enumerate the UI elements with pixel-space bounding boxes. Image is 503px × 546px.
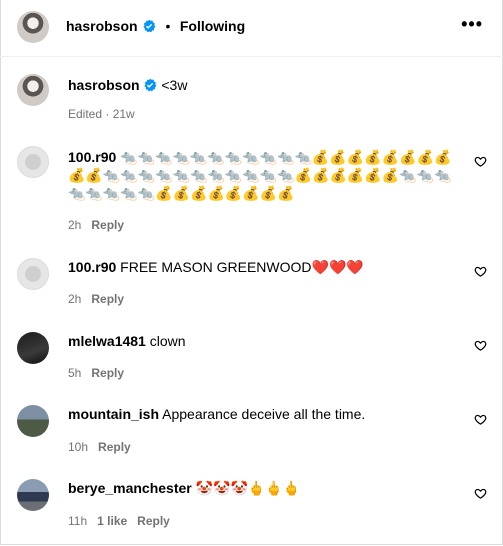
comment-username[interactable]: 100.r90 [68, 259, 116, 275]
author-avatar[interactable] [17, 11, 49, 43]
reply-button[interactable]: Reply [91, 292, 124, 306]
comment: berye_manchester 🤡🤡🤡🖕🖕🖕 [68, 479, 453, 497]
comment-time: 2h [68, 218, 82, 232]
comment-time: 11h [68, 514, 88, 528]
comment-username[interactable]: berye_manchester [68, 480, 192, 496]
like-heart-icon[interactable] [474, 413, 487, 426]
reply-button[interactable]: Reply [137, 514, 170, 528]
reply-button[interactable]: Reply [91, 366, 124, 380]
caption-avatar[interactable] [17, 74, 49, 106]
comment-meta: 2h Reply [68, 218, 124, 232]
comment-text: FREE MASON GREENWOOD❤️❤️❤️ [120, 259, 364, 275]
comment-text: clown [149, 333, 186, 349]
comment-text: 🐀🐀🐀🐀🐀🐀🐀🐀🐀🐀🐀💰💰💰💰💰💰💰💰💰💰🐀🐀🐀🐀🐀🐀🐀🐀🐀🐀🐀💰💰💰💰💰💰🐀🐀… [68, 149, 452, 201]
comment-likes[interactable]: 1 like [97, 514, 127, 528]
caption-username[interactable]: hasrobson [68, 77, 140, 93]
comment-text: 🤡🤡🤡🖕🖕🖕 [195, 480, 301, 496]
comment-username[interactable]: 100.r90 [68, 149, 116, 165]
caption: hasrobson <3w [68, 76, 187, 96]
comment-username[interactable]: mountain_ish [68, 406, 159, 422]
comment-avatar[interactable] [17, 405, 49, 437]
comment-meta: 5h Reply [68, 366, 124, 380]
verified-badge-icon [143, 78, 157, 96]
like-heart-icon[interactable] [474, 265, 487, 278]
comment: mountain_ish Appearance deceive all the … [68, 405, 453, 423]
following-button[interactable]: Following [180, 18, 245, 34]
comment-time: 10h [68, 440, 89, 454]
post-header: hasrobson • Following ••• [0, 0, 503, 57]
comment-avatar[interactable] [17, 332, 49, 364]
caption-meta: Edited · 21w [68, 107, 135, 121]
comment-avatar[interactable] [17, 479, 49, 511]
comment-username[interactable]: mlelwa1481 [68, 333, 146, 349]
like-heart-icon[interactable] [474, 155, 487, 168]
caption-text: <3w [161, 77, 188, 93]
reply-button[interactable]: Reply [98, 440, 131, 454]
comment-avatar[interactable] [17, 146, 49, 178]
like-heart-icon[interactable] [474, 487, 487, 500]
separator-dot: • [165, 18, 171, 34]
comment-time: 2h [68, 292, 82, 306]
author-username[interactable]: hasrobson [66, 18, 138, 34]
comment-meta: 2h Reply [68, 292, 124, 306]
verified-badge-icon [142, 19, 156, 38]
comment: 100.r90 🐀🐀🐀🐀🐀🐀🐀🐀🐀🐀🐀💰💰💰💰💰💰💰💰💰💰🐀🐀🐀🐀🐀🐀🐀🐀🐀🐀🐀… [68, 148, 453, 202]
comment-meta: 10h Reply [68, 440, 131, 454]
more-options-icon[interactable]: ••• [461, 15, 483, 33]
like-heart-icon[interactable] [474, 339, 487, 352]
comment-text: Appearance deceive all the time. [162, 406, 366, 422]
comment: 100.r90 FREE MASON GREENWOOD❤️❤️❤️ [68, 258, 453, 276]
comment: mlelwa1481 clown [68, 332, 453, 350]
comment-time: 5h [68, 366, 82, 380]
comment-avatar[interactable] [17, 258, 49, 290]
reply-button[interactable]: Reply [91, 218, 124, 232]
comment-meta: 11h 1 like Reply [68, 514, 170, 528]
